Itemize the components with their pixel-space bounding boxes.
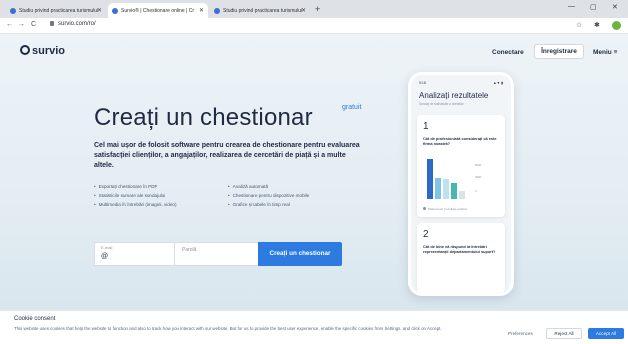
minimize-button[interactable]: —: [568, 3, 575, 10]
chart-bar: [459, 191, 465, 199]
logo-text: survio: [32, 45, 66, 57]
survio-logo[interactable]: survio: [20, 45, 65, 57]
survio-favicon-icon: [10, 7, 16, 14]
password-field[interactable]: Parolă: [176, 243, 258, 265]
reload-icon[interactable]: C: [31, 21, 36, 28]
close-tab-icon[interactable]: ✕: [301, 7, 306, 14]
signup-form: E-mail @ Parolă Creați un chestionar: [94, 242, 342, 266]
feature-item: Statisticile sumare ale sondajului: [94, 193, 166, 198]
chart-note: Răspunsuri (rezultate grafice): [423, 207, 467, 211]
chart-note-text: Răspunsuri (rezultate grafice): [428, 207, 468, 211]
login-link[interactable]: Conectare: [492, 49, 524, 56]
feature-item: Exportați chestionare în PDF: [94, 184, 158, 189]
close-window-button[interactable]: ✕: [612, 3, 618, 11]
survio-page: survio Conectare Înregistrare Meniu ≡ Cr…: [0, 34, 628, 310]
email-field[interactable]: E-mail @: [95, 243, 175, 265]
accept-all-button[interactable]: Accept All: [588, 328, 624, 339]
chart-bar: [451, 183, 457, 199]
feature-item: Chestionare pentru dispozitive mobile: [228, 193, 310, 198]
create-survey-button[interactable]: Creați un chestionar: [258, 242, 342, 266]
new-tab-button[interactable]: +: [315, 4, 320, 14]
results-bar-chart: 6000 4000 0: [423, 155, 487, 199]
chart-bar: [443, 179, 449, 199]
chart-tick-label: 0: [475, 189, 477, 193]
phone-mockup: 9:18 ▲▼ ▮ Analizați rezultatele Sondaj d…: [408, 72, 514, 296]
chart-tick-label: 6000: [475, 163, 482, 167]
browser-tab-bar: Studiu privind practicarea turismului ✕ …: [0, 0, 628, 18]
preferences-button[interactable]: Preferences: [508, 331, 533, 336]
tab-title: Studiu privind practicarea turismului: [19, 7, 99, 14]
survio-favicon-icon: [112, 7, 118, 14]
url-text: survio.com/ro/: [58, 21, 96, 27]
browser-tab[interactable]: Studiu privind practicarea turismului ✕: [210, 3, 310, 18]
phone-subtitle: Sondaj de satisfacție a clienților: [419, 102, 464, 106]
question-text: Cât de bine vă răspund la întrebări repr…: [423, 244, 496, 254]
hero-title: Creați un chestionar: [94, 104, 313, 131]
cookie-title: Cookie consent: [14, 316, 56, 322]
cookie-consent-banner: Cookie consent This website uses cookies…: [0, 310, 628, 344]
chart-tick-label: 4000: [475, 175, 482, 179]
cookie-text: This website uses cookies that help the …: [14, 326, 442, 331]
register-button[interactable]: Înregistrare: [534, 44, 584, 59]
feature-item: Grafice și tabele în timp real: [228, 202, 290, 207]
tab-title: Studiu privind practicarea turismului: [223, 7, 303, 14]
feature-item: Multimedia în întrebări (imagini, video): [94, 202, 177, 207]
survio-logo-icon: [20, 45, 30, 55]
question-text: Cât de profesionistă considerați că este…: [423, 136, 497, 146]
email-value: @: [101, 253, 109, 260]
result-card: 1 Cât de profesionistă considerați că es…: [417, 115, 505, 217]
hero-subtitle: Cel mai ușor de folosit software pentru …: [94, 142, 360, 169]
star-icon[interactable]: ☆: [576, 21, 582, 29]
maximize-button[interactable]: ▢: [590, 3, 597, 11]
menu-button[interactable]: Meniu ≡: [593, 49, 617, 56]
result-card: 2 Cât de bine vă răspund la întrebări re…: [417, 223, 505, 293]
profile-avatar-icon[interactable]: [612, 21, 621, 30]
phone-title: Analizați rezultatele: [419, 91, 489, 100]
tab-title: Survio® | Chestionare online | Cr: [121, 7, 194, 14]
info-icon: [423, 207, 426, 210]
url-field[interactable]: survio.com/ro/: [50, 21, 96, 27]
survio-favicon-icon: [214, 7, 220, 14]
back-icon[interactable]: ←: [6, 21, 13, 28]
chart-bar: [435, 178, 441, 199]
browser-tab[interactable]: Studiu privind practicarea turismului ✕: [6, 3, 106, 18]
extensions-icon[interactable]: ✱: [594, 21, 600, 29]
forward-icon[interactable]: →: [18, 21, 25, 28]
feature-item: Analiză automată: [228, 184, 269, 189]
chart-bar: [427, 159, 433, 199]
phone-time: 9:18: [419, 81, 426, 85]
free-badge: gratuit: [342, 104, 362, 111]
reject-all-button[interactable]: Reject All: [546, 328, 582, 339]
email-label: E-mail: [101, 245, 113, 250]
lock-icon: [50, 21, 54, 26]
browser-tab-active[interactable]: Survio® | Chestionare online | Cr ✕: [108, 3, 208, 18]
question-number: 1: [423, 121, 429, 132]
question-number: 2: [423, 229, 429, 240]
close-tab-icon[interactable]: ✕: [199, 7, 204, 14]
address-bar: ← → C survio.com/ro/ ☆ ✱: [0, 18, 628, 34]
close-tab-icon[interactable]: ✕: [97, 7, 102, 14]
phone-status-icons: ▲▼ ▮: [493, 81, 503, 85]
